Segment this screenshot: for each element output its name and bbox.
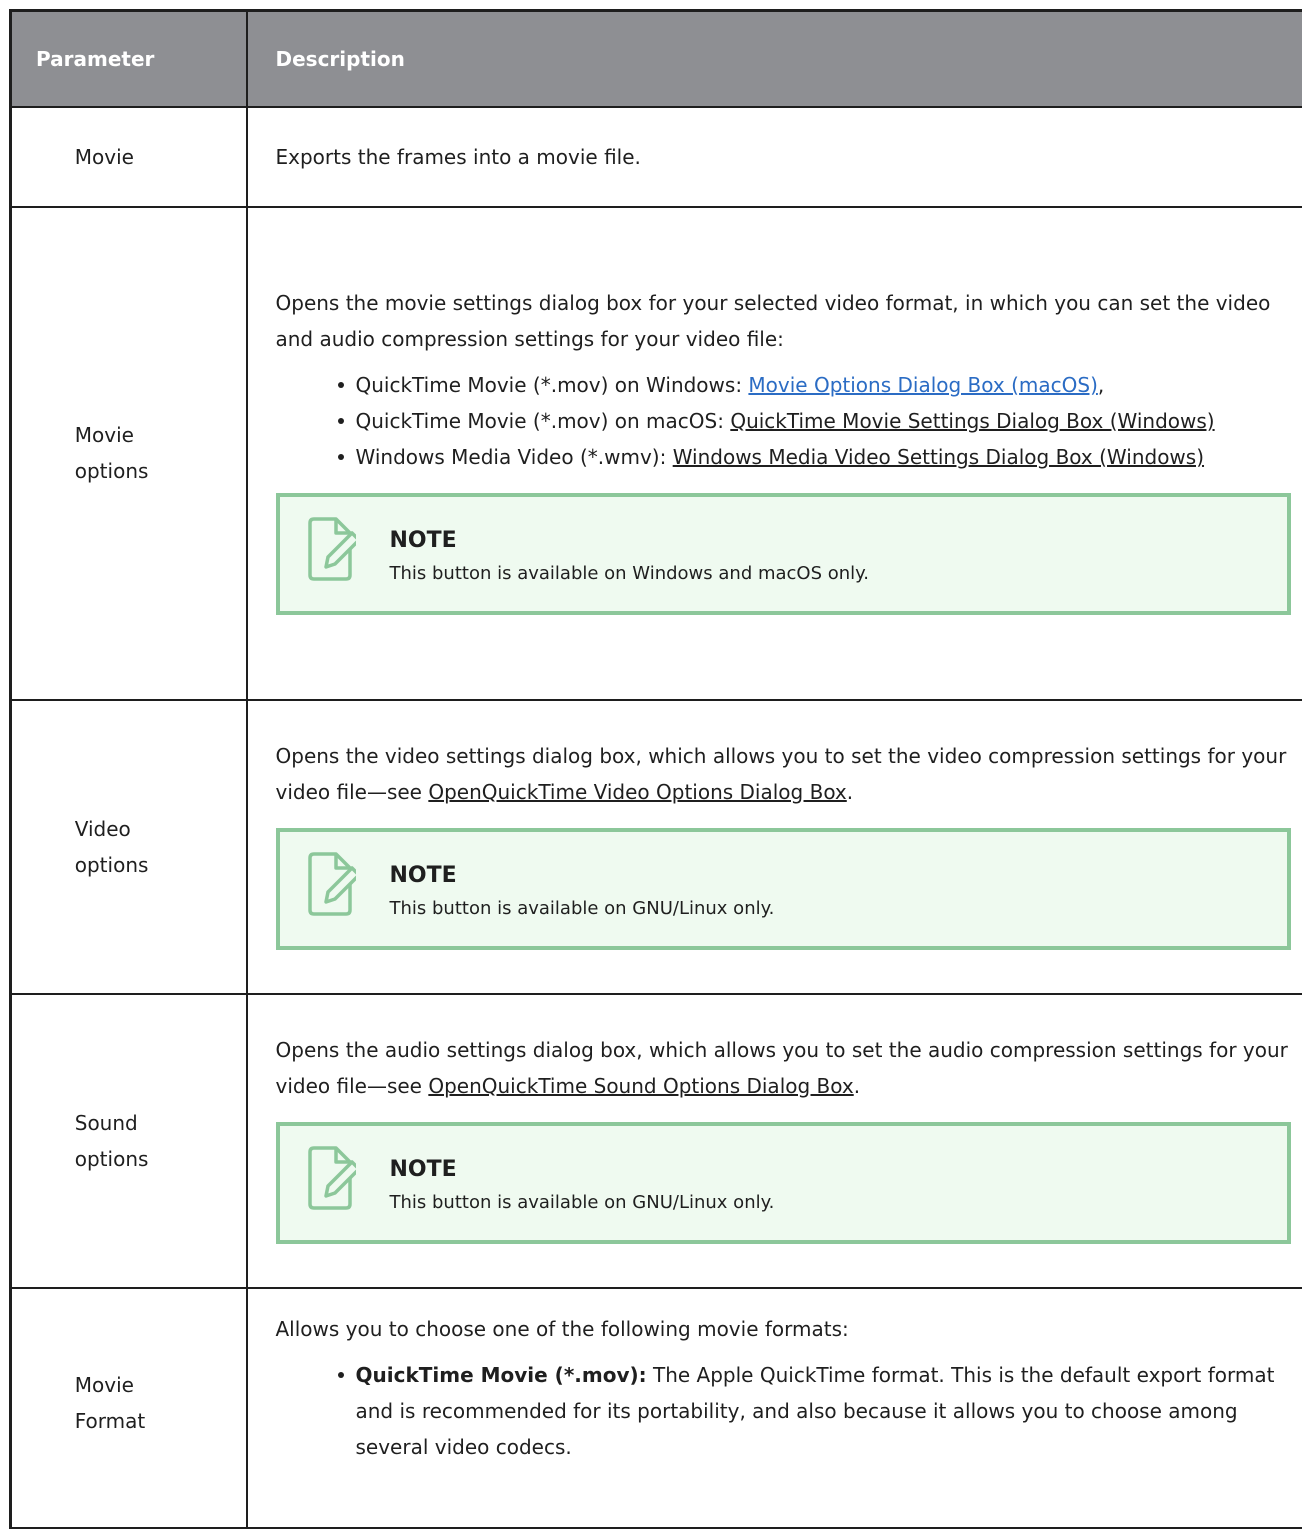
param-cell: Video options [11, 700, 247, 994]
description-text: Exports the frames into a movie file. [276, 139, 1291, 175]
param-name: Movie options [63, 417, 195, 489]
list-item-text: QuickTime Movie (*.mov) on Windows: [356, 373, 749, 397]
param-cell: Movie [11, 107, 247, 207]
list-item-term: QuickTime Movie (*.mov): [356, 1363, 647, 1387]
header-description: Description [247, 11, 1302, 107]
note-text: This button is available on Windows and … [390, 559, 869, 589]
note-box: NOTE This button is available on GNU/Lin… [276, 1122, 1291, 1244]
list-item: Windows Media Video (*.wmv): Windows Med… [356, 439, 1291, 475]
list-item: QuickTime Movie (*.mov) on macOS: QuickT… [356, 403, 1291, 439]
note-body: NOTE This button is available on GNU/Lin… [390, 852, 775, 924]
note-text: This button is available on GNU/Linux on… [390, 894, 775, 924]
list-item-text: Windows Media Video (*.wmv): [356, 445, 673, 469]
note-title: NOTE [390, 1154, 775, 1186]
param-name: Sound options [63, 1105, 195, 1177]
list-item-suffix: , [1098, 373, 1104, 397]
description-text: Opens the movie settings dialog box for … [276, 285, 1291, 357]
note-icon [306, 517, 356, 581]
list-item-text: QuickTime Movie (*.mov) on macOS: [356, 409, 731, 433]
description-text: Allows you to choose one of the followin… [276, 1311, 1291, 1347]
header-parameter: Parameter [11, 11, 247, 107]
description-cell: Opens the movie settings dialog box for … [247, 207, 1302, 700]
table-row: Video options Opens the video settings d… [11, 700, 1302, 994]
note-title: NOTE [390, 525, 869, 557]
note-title: NOTE [390, 860, 775, 892]
table-row: Movie Format Allows you to choose one of… [11, 1288, 1302, 1528]
note-body: NOTE This button is available on Windows… [390, 517, 869, 589]
description-text: Opens the video settings dialog box, whi… [276, 738, 1291, 810]
param-cell: Sound options [11, 994, 247, 1288]
note-icon [306, 852, 356, 916]
table-row: Sound options Opens the audio settings d… [11, 994, 1302, 1288]
parameter-table: Parameter Description Movie Exports the … [9, 9, 1302, 1529]
list-item: QuickTime Movie (*.mov) on Windows: Movi… [356, 367, 1291, 403]
description-cell: Exports the frames into a movie file. [247, 107, 1302, 207]
note-box: NOTE This button is available on Windows… [276, 493, 1291, 615]
param-cell: Movie Format [11, 1288, 247, 1528]
link-quicktime-settings-windows[interactable]: QuickTime Movie Settings Dialog Box (Win… [730, 409, 1214, 433]
bullet-list: QuickTime Movie (*.mov): The Apple Quick… [276, 1357, 1291, 1465]
description-text: Opens the audio settings dialog box, whi… [276, 1032, 1291, 1104]
parameter-table-wrapper: Parameter Description Movie Exports the … [0, 0, 1302, 1494]
link-video-options[interactable]: OpenQuickTime Video Options Dialog Box [428, 780, 846, 804]
description-cell: Opens the video settings dialog box, whi… [247, 700, 1302, 994]
description-suffix: . [854, 1074, 860, 1098]
description-suffix: . [847, 780, 853, 804]
list-item: QuickTime Movie (*.mov): The Apple Quick… [356, 1357, 1291, 1465]
link-movie-options-macos[interactable]: Movie Options Dialog Box (macOS) [748, 373, 1097, 397]
table-row: Movie options Opens the movie settings d… [11, 207, 1302, 700]
note-box: NOTE This button is available on GNU/Lin… [276, 828, 1291, 950]
bullet-list: QuickTime Movie (*.mov) on Windows: Movi… [276, 367, 1291, 475]
note-icon [306, 1146, 356, 1210]
link-sound-options[interactable]: OpenQuickTime Sound Options Dialog Box [428, 1074, 853, 1098]
note-body: NOTE This button is available on GNU/Lin… [390, 1146, 775, 1218]
param-name: Movie [63, 139, 195, 175]
param-cell: Movie options [11, 207, 247, 700]
description-cell: Opens the audio settings dialog box, whi… [247, 994, 1302, 1288]
param-name: Movie Format [63, 1367, 195, 1439]
table-header-row: Parameter Description [11, 11, 1302, 107]
table-row: Movie Exports the frames into a movie fi… [11, 107, 1302, 207]
description-cell: Allows you to choose one of the followin… [247, 1288, 1302, 1528]
note-text: This button is available on GNU/Linux on… [390, 1188, 775, 1218]
param-name: Video options [63, 811, 195, 883]
link-wmv-settings-windows[interactable]: Windows Media Video Settings Dialog Box … [673, 445, 1204, 469]
